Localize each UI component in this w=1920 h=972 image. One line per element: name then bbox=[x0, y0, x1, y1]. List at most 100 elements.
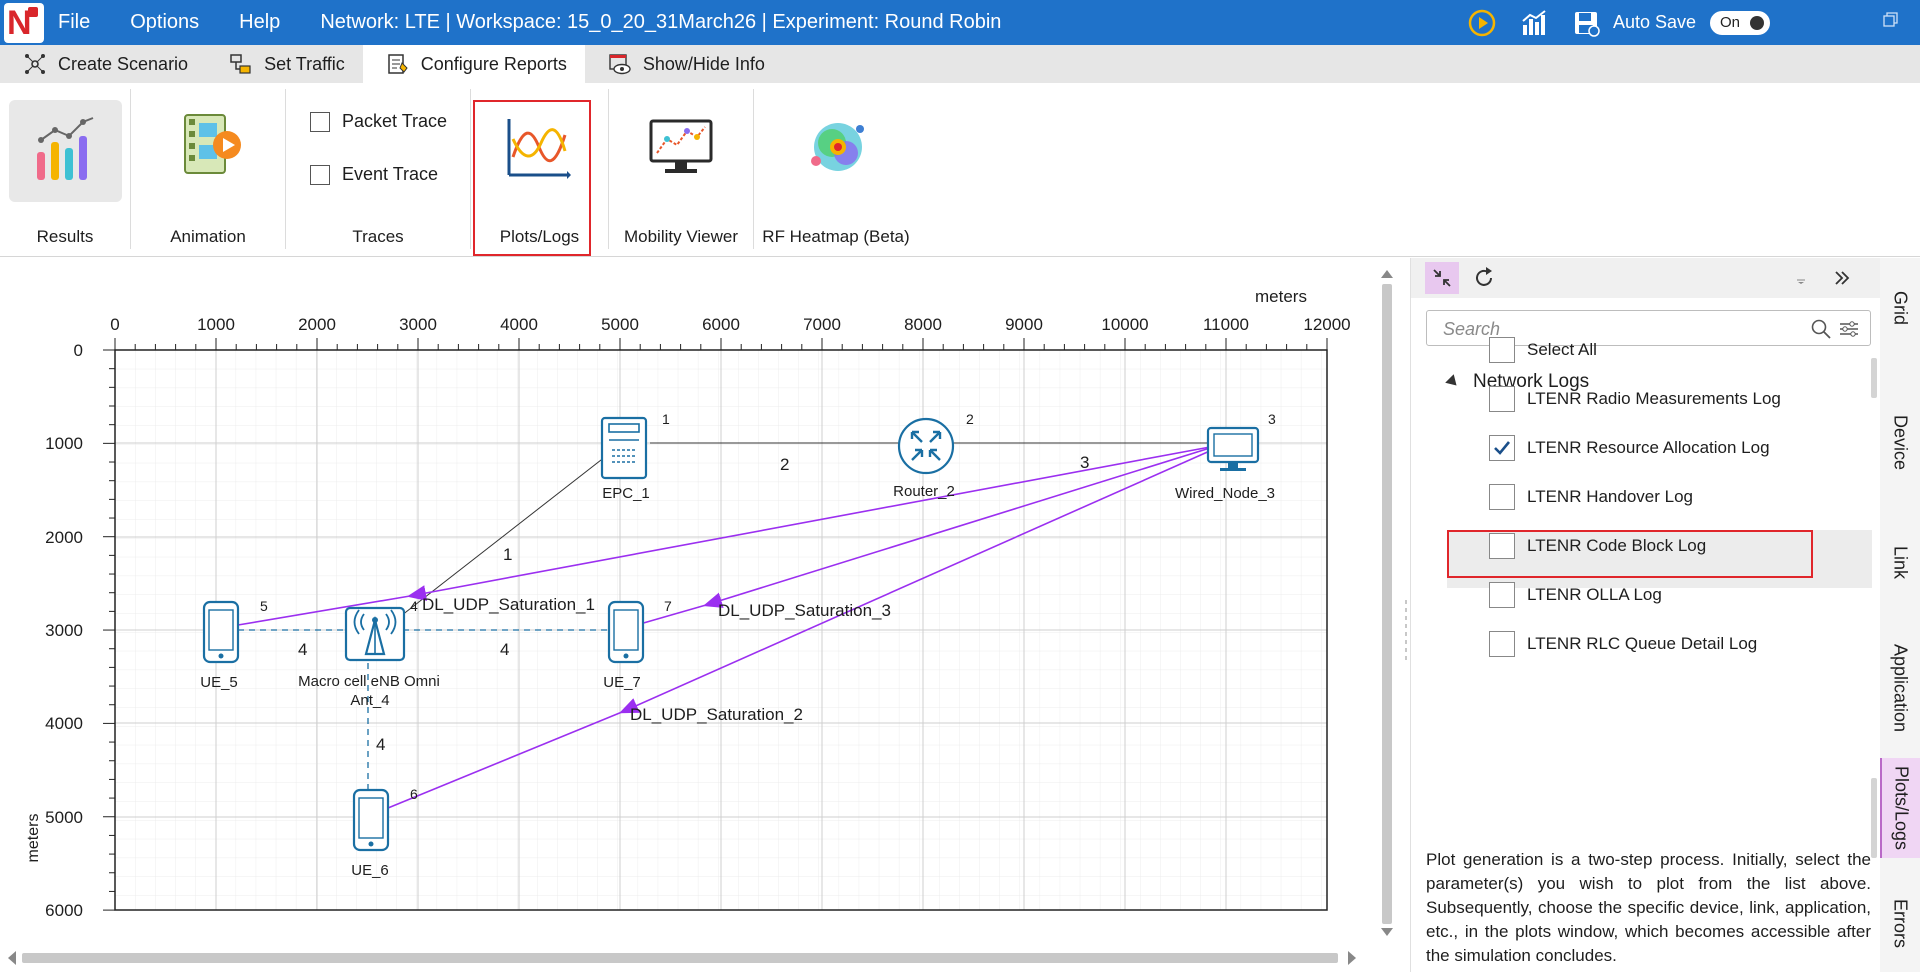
window-title: Network: LTE | Workspace: 15_0_20_31Marc… bbox=[320, 11, 1002, 33]
expand-panel-icon[interactable] bbox=[1825, 262, 1859, 294]
animation-film-icon[interactable] bbox=[183, 113, 245, 179]
x-tick-label: 5000 bbox=[601, 315, 639, 334]
tab-configure-reports[interactable]: Configure Reports bbox=[362, 45, 585, 83]
save-icon[interactable] bbox=[1571, 8, 1601, 38]
log-item-handover[interactable]: LTENR Handover Log bbox=[1489, 483, 1693, 511]
packet-trace-option[interactable]: Packet Trace bbox=[310, 111, 447, 132]
canvas-horizontal-scrollbar[interactable] bbox=[6, 948, 1362, 968]
results-group: Results bbox=[0, 89, 131, 249]
scroll-up-icon[interactable] bbox=[1381, 270, 1393, 278]
scroll-thumb[interactable] bbox=[1382, 284, 1392, 924]
traces-group: Packet Trace Event Trace Traces bbox=[286, 89, 471, 249]
y-tick-label: 3000 bbox=[45, 621, 83, 640]
side-tab-device[interactable]: Device bbox=[1880, 398, 1920, 488]
x-tick-label: 6000 bbox=[702, 315, 740, 334]
traces-label: Traces bbox=[352, 227, 404, 246]
tab-label: Configure Reports bbox=[420, 53, 567, 74]
log-checkbox[interactable] bbox=[1489, 631, 1515, 657]
link-label: 1 bbox=[503, 545, 512, 564]
plots-logs-panel: Search Network Logs Select All LTENR Rad… bbox=[1410, 258, 1881, 972]
scroll-thumb[interactable] bbox=[22, 953, 1338, 963]
scroll-left-icon[interactable] bbox=[8, 951, 16, 965]
refresh-icon[interactable] bbox=[1467, 262, 1501, 294]
log-checkbox[interactable] bbox=[1489, 386, 1515, 412]
expand-triangle-icon[interactable] bbox=[1445, 374, 1461, 390]
scroll-down-icon[interactable] bbox=[1381, 928, 1393, 936]
x-tick-label: 12000 bbox=[1303, 315, 1350, 334]
side-tab-label: Application bbox=[1890, 643, 1911, 733]
side-tab-label: Device bbox=[1890, 415, 1911, 471]
log-checkbox-checked[interactable] bbox=[1489, 435, 1515, 461]
network-canvas[interactable]: 0 1000 2000 3000 4000 5000 6000 7000 800… bbox=[0, 258, 1405, 972]
packet-trace-label: Packet Trace bbox=[342, 111, 448, 131]
network-canvas-svg[interactable]: 0 1000 2000 3000 4000 5000 6000 7000 800… bbox=[0, 258, 1405, 972]
log-item-resource-allocation[interactable]: LTENR Resource Allocation Log bbox=[1489, 434, 1770, 462]
log-label: LTENR RLC Queue Detail Log bbox=[1527, 634, 1758, 653]
side-tab-application[interactable]: Application bbox=[1880, 623, 1920, 753]
results-button[interactable] bbox=[9, 100, 122, 202]
log-checkbox[interactable] bbox=[1489, 337, 1515, 363]
filter-settings-icon[interactable] bbox=[1838, 318, 1860, 340]
log-checkbox[interactable] bbox=[1489, 484, 1515, 510]
x-tick-label: 2000 bbox=[298, 315, 336, 334]
ribbon-tabs: Create Scenario Set Traffic Configure Re… bbox=[0, 45, 1920, 83]
autosave-toggle[interactable]: On bbox=[1710, 10, 1770, 35]
tab-label: Show/Hide Info bbox=[642, 53, 765, 74]
y-tick-label: 6000 bbox=[45, 901, 83, 920]
menu-help[interactable]: Help bbox=[239, 11, 280, 34]
toggle-knob bbox=[1750, 15, 1764, 30]
side-tab-grid[interactable]: Grid bbox=[1880, 268, 1920, 348]
mobility-viewer-label: Mobility Viewer bbox=[623, 227, 738, 246]
y-tick-label: 1000 bbox=[45, 434, 83, 453]
device-label: UE_6 bbox=[351, 862, 389, 879]
collapse-icon[interactable] bbox=[1425, 262, 1459, 294]
log-label: LTENR Handover Log bbox=[1527, 487, 1693, 506]
x-tick-label: 4000 bbox=[500, 315, 538, 334]
side-tab-link[interactable]: Link bbox=[1880, 523, 1920, 603]
run-simulation-icon[interactable] bbox=[1467, 8, 1497, 38]
side-tab-plots-logs[interactable]: Plots/Logs bbox=[1880, 758, 1920, 858]
rf-heatmap-group[interactable]: RF Heatmap (Beta) bbox=[754, 89, 918, 249]
canvas-vertical-scrollbar[interactable] bbox=[1378, 268, 1396, 938]
log-checkbox[interactable] bbox=[1489, 582, 1515, 608]
side-tabs: Grid Device Link Application Plots/Logs … bbox=[1880, 258, 1920, 972]
tab-create-scenario[interactable]: Create Scenario bbox=[0, 45, 206, 83]
animation-group: Animation bbox=[131, 89, 286, 249]
event-trace-label: Event Trace bbox=[342, 164, 439, 184]
search-icon[interactable] bbox=[1810, 318, 1832, 340]
event-trace-option[interactable]: Event Trace bbox=[310, 164, 438, 185]
device-number: 4 bbox=[410, 598, 418, 614]
panel-splitter[interactable] bbox=[1404, 600, 1408, 660]
log-item-rlc-queue-detail[interactable]: LTENR RLC Queue Detail Log bbox=[1489, 630, 1757, 658]
device-label: UE_7 bbox=[603, 674, 641, 691]
tab-set-traffic[interactable]: Set Traffic bbox=[206, 45, 363, 83]
flow-label: DL_UDP_Saturation_3 bbox=[718, 601, 891, 620]
link-label: 4 bbox=[298, 640, 307, 659]
side-tab-label: Errors bbox=[1890, 898, 1911, 948]
title-bar: N File Options Help Network: LTE | Works… bbox=[0, 0, 1920, 45]
menu-file[interactable]: File bbox=[58, 11, 90, 34]
packet-trace-checkbox[interactable] bbox=[310, 111, 330, 132]
rf-heatmap-icon bbox=[811, 123, 864, 171]
side-tab-errors[interactable]: Errors bbox=[1880, 883, 1920, 963]
x-tick-label: 9000 bbox=[1005, 315, 1043, 334]
event-trace-checkbox[interactable] bbox=[310, 164, 330, 185]
menu-options[interactable]: Options bbox=[130, 11, 199, 34]
flow-label: DL_UDP_Saturation_1 bbox=[422, 595, 595, 614]
restore-window-icon[interactable] bbox=[1860, 12, 1920, 33]
panel-scrollbar[interactable] bbox=[1871, 358, 1877, 908]
log-item-radio-measurements[interactable]: LTENR Radio Measurements Log bbox=[1489, 385, 1781, 413]
dropdown-icon[interactable] bbox=[1791, 262, 1811, 294]
resource-allocation-highlight bbox=[1447, 530, 1813, 578]
toggle-state: On bbox=[1720, 14, 1741, 31]
log-item-olla[interactable]: LTENR OLLA Log bbox=[1489, 581, 1662, 609]
device-number: 5 bbox=[260, 598, 268, 614]
log-label: Select All bbox=[1527, 340, 1597, 359]
device-number: 7 bbox=[664, 598, 672, 614]
analytics-icon[interactable] bbox=[1519, 8, 1549, 38]
log-item-select-all[interactable]: Select All bbox=[1489, 336, 1597, 364]
scroll-right-icon[interactable] bbox=[1348, 951, 1356, 965]
tab-show-hide-info[interactable]: Show/Hide Info bbox=[585, 45, 783, 83]
device-label: UE_5 bbox=[200, 674, 238, 691]
mobility-viewer-group[interactable]: Mobility Viewer bbox=[609, 89, 754, 249]
